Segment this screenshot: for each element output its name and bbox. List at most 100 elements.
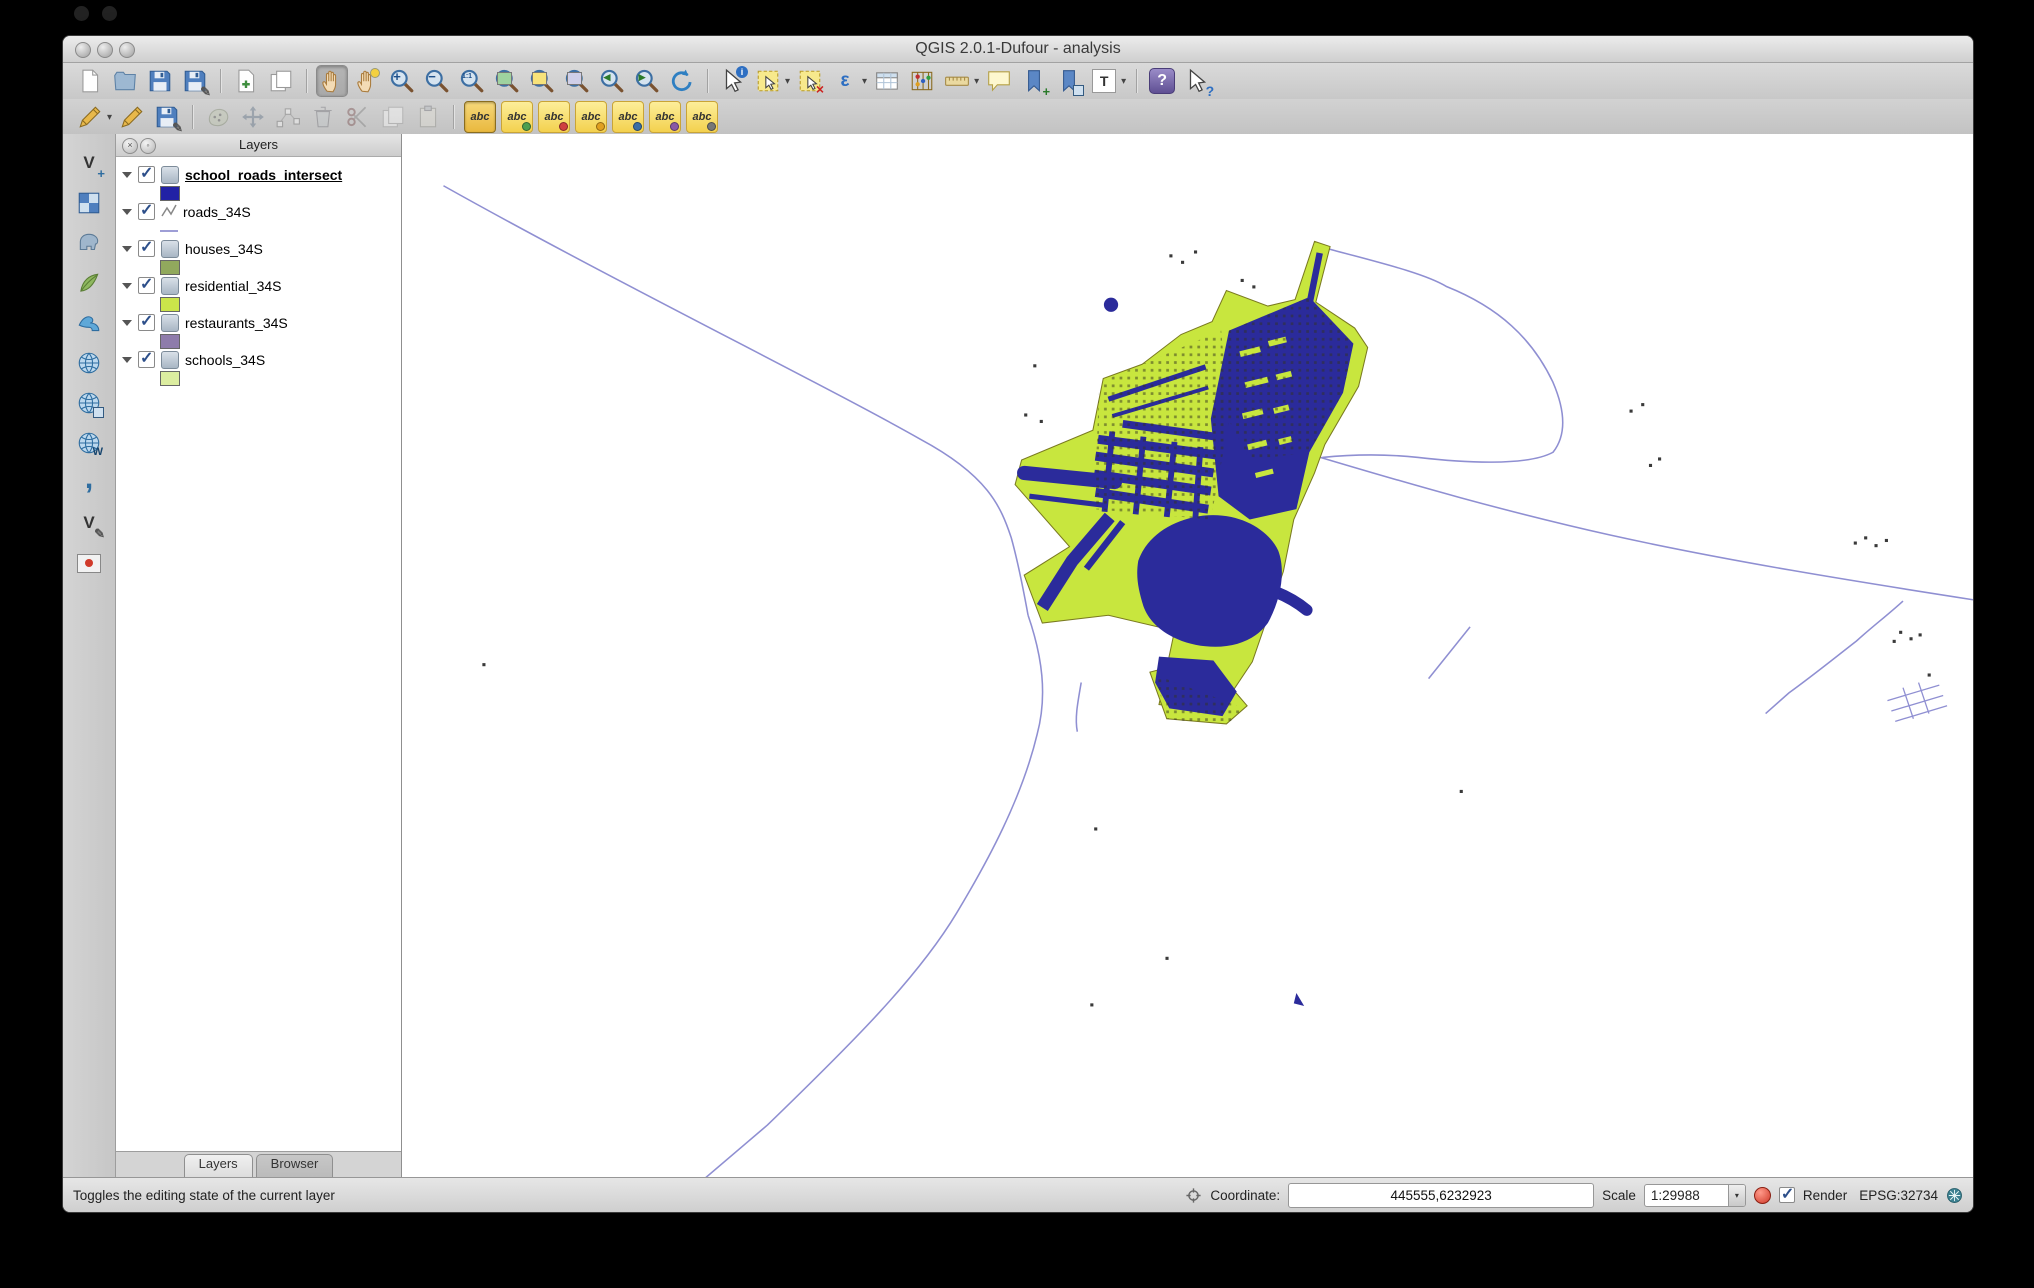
layer-visibility-checkbox[interactable] <box>138 166 155 183</box>
crs-icon[interactable] <box>1946 1187 1963 1204</box>
add-spatialite-layer-icon[interactable] <box>74 268 104 298</box>
label-pin-icon[interactable]: abc <box>538 101 570 133</box>
layer-visibility-checkbox[interactable] <box>138 351 155 368</box>
map-rendering <box>402 134 1973 1178</box>
collapse-arrow-icon[interactable] <box>122 320 132 326</box>
manage-layers-toolbar: V+ W , V✎ <box>63 134 116 1178</box>
annotation-dropdown-icon[interactable]: ▾ <box>1121 76 1126 87</box>
save-project-icon[interactable] <box>145 66 175 96</box>
remove-layer-icon[interactable] <box>74 548 104 578</box>
layer-visibility-checkbox[interactable] <box>138 240 155 257</box>
zoom-to-layer-icon[interactable] <box>562 66 592 96</box>
measure-dropdown-icon[interactable]: ▾ <box>974 76 979 87</box>
layer-type-icon <box>161 314 179 332</box>
deselect-features-icon[interactable]: × <box>795 66 825 96</box>
render-label: Render <box>1803 1188 1847 1203</box>
whats-this-icon[interactable]: ? <box>1182 66 1212 96</box>
layer-item[interactable]: schools_34S <box>116 350 401 387</box>
save-layer-edits-icon[interactable]: ✎ <box>152 102 182 132</box>
status-bar: Toggles the editing state of the current… <box>63 1177 1973 1212</box>
add-wcs-layer-icon[interactable] <box>74 388 104 418</box>
panel-float-icon[interactable]: ◦ <box>140 138 156 154</box>
label-highlight-icon[interactable]: abc <box>575 101 607 133</box>
map-canvas[interactable] <box>402 134 1973 1178</box>
add-mssql-layer-icon[interactable] <box>74 308 104 338</box>
close-window-icon[interactable] <box>75 42 91 58</box>
current-edits-icon[interactable] <box>75 102 105 132</box>
new-composer-icon[interactable] <box>231 66 261 96</box>
zoom-in-icon[interactable]: + <box>387 66 417 96</box>
scale-dropdown-icon[interactable]: ▾ <box>1728 1185 1745 1206</box>
new-shapefile-layer-icon[interactable]: V✎ <box>74 508 104 538</box>
field-calculator-icon[interactable] <box>907 66 937 96</box>
title-bar: QGIS 2.0.1-Dufour - analysis <box>63 36 1973 63</box>
layer-item[interactable]: school_roads_intersect <box>116 165 401 202</box>
layer-swatch <box>160 297 180 312</box>
layer-item[interactable]: roads_34S <box>116 202 401 239</box>
help-icon[interactable]: ? <box>1147 66 1177 96</box>
identify-features-icon[interactable]: i <box>718 66 748 96</box>
pan-to-selection-icon[interactable] <box>352 66 382 96</box>
minimize-window-icon[interactable] <box>97 42 113 58</box>
layer-visibility-checkbox[interactable] <box>138 314 155 331</box>
select-features-icon[interactable] <box>753 66 783 96</box>
render-checkbox[interactable] <box>1779 1187 1795 1203</box>
layer-item[interactable]: houses_34S <box>116 239 401 276</box>
stop-render-icon[interactable] <box>1754 1187 1771 1204</box>
collapse-arrow-icon[interactable] <box>122 283 132 289</box>
show-bookmarks-icon[interactable] <box>1054 66 1084 96</box>
label-toggle-icon[interactable]: abc <box>501 101 533 133</box>
add-raster-layer-icon[interactable] <box>74 188 104 218</box>
collapse-arrow-icon[interactable] <box>122 246 132 252</box>
toggle-editing-icon[interactable] <box>117 102 147 132</box>
measure-icon[interactable] <box>942 66 972 96</box>
panel-close-icon[interactable]: × <box>122 138 138 154</box>
label-properties-icon[interactable]: abc <box>686 101 718 133</box>
open-attribute-table-icon[interactable] <box>872 66 902 96</box>
layer-name: schools_34S <box>185 352 265 368</box>
select-features-dropdown-icon[interactable]: ▾ <box>785 76 790 87</box>
zoom-window-icon[interactable] <box>119 42 135 58</box>
coordinate-input[interactable] <box>1288 1183 1594 1208</box>
collapse-arrow-icon[interactable] <box>122 172 132 178</box>
text-annotation-icon[interactable]: T <box>1089 66 1119 96</box>
label-rotate-icon[interactable]: abc <box>649 101 681 133</box>
layer-visibility-checkbox[interactable] <box>138 277 155 294</box>
collapse-arrow-icon[interactable] <box>122 209 132 215</box>
run-feature-action-icon[interactable]: ε <box>830 66 860 96</box>
zoom-last-icon[interactable]: ◂ <box>597 66 627 96</box>
current-edits-dropdown-icon[interactable]: ▾ <box>107 112 112 123</box>
zoom-next-icon[interactable]: ▸ <box>632 66 662 96</box>
label-move-icon[interactable]: abc <box>612 101 644 133</box>
add-postgis-layer-icon[interactable] <box>74 228 104 258</box>
zoom-native-icon[interactable]: 1:1 <box>457 66 487 96</box>
new-project-icon[interactable] <box>75 66 105 96</box>
add-vector-layer-icon[interactable]: V+ <box>74 148 104 178</box>
scale-combo[interactable]: 1:29988 ▾ <box>1644 1184 1746 1207</box>
zoom-full-icon[interactable] <box>492 66 522 96</box>
add-wfs-layer-icon[interactable]: W <box>74 428 104 458</box>
add-wms-layer-icon[interactable] <box>74 348 104 378</box>
cut-features-icon <box>343 102 373 132</box>
pan-map-icon[interactable] <box>317 66 347 96</box>
layer-item[interactable]: residential_34S <box>116 276 401 313</box>
layer-visibility-checkbox[interactable] <box>138 203 155 220</box>
new-bookmark-icon[interactable]: + <box>1019 66 1049 96</box>
refresh-map-icon[interactable] <box>667 66 697 96</box>
tab-layers[interactable]: Layers <box>184 1154 253 1178</box>
layer-labeling-options-icon[interactable]: abc <box>464 101 496 133</box>
zoom-out-icon[interactable]: − <box>422 66 452 96</box>
mouse-position-icon[interactable] <box>1185 1187 1202 1204</box>
digitizing-toolbar: ▾ ✎ abc abc abc abc abc abc abc <box>63 99 1973 136</box>
add-feature-icon <box>203 102 233 132</box>
open-project-icon[interactable] <box>110 66 140 96</box>
layer-item[interactable]: restaurants_34S <box>116 313 401 350</box>
add-delimited-text-layer-icon[interactable]: , <box>74 468 104 498</box>
collapse-arrow-icon[interactable] <box>122 357 132 363</box>
zoom-to-selection-icon[interactable] <box>527 66 557 96</box>
save-project-as-icon[interactable]: ✎ <box>180 66 210 96</box>
feature-action-dropdown-icon[interactable]: ▾ <box>862 76 867 87</box>
tab-browser[interactable]: Browser <box>256 1154 334 1178</box>
composer-manager-icon[interactable] <box>266 66 296 96</box>
map-tips-icon[interactable] <box>984 66 1014 96</box>
